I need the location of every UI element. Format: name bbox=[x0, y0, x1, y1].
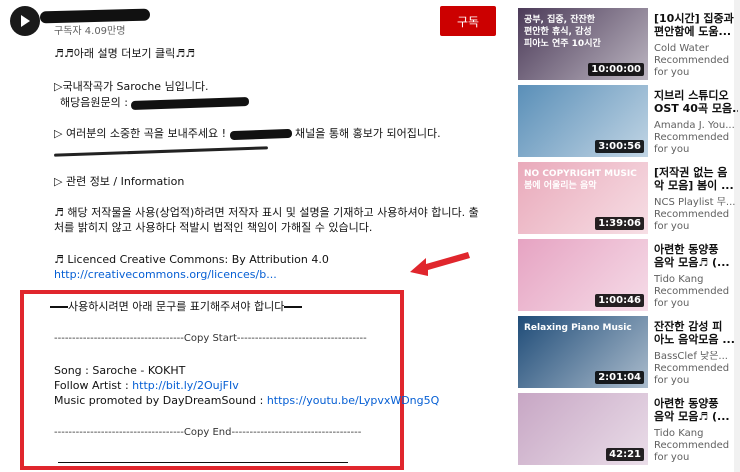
recommended-video[interactable]: 42:21 아련한 동양풍 음악 모음♬ (... Tido Kang Recommen… bbox=[514, 391, 740, 465]
video-duration: 42:21 bbox=[606, 448, 644, 461]
video-duration: 10:00:00 bbox=[588, 63, 644, 76]
recommended-video[interactable]: 3:00:56 지브리 스튜디오 OST 40곡 모음... Amanda J. Yo… bbox=[514, 83, 740, 157]
play-icon bbox=[21, 15, 30, 27]
recommended-video-meta: Tido Kang Recommended for you bbox=[654, 274, 730, 309]
thumbnail-caption: 공부, 집중, 잔잔한 편안한 휴식, 감성 피아노 연주 10시간 bbox=[524, 15, 601, 49]
promo-label: Music promoted by DayDreamSound : bbox=[54, 394, 267, 407]
video-thumbnail[interactable]: NO COPYRIGHT MUSIC 봄에 어울리는 음악 1:39:06 bbox=[518, 162, 648, 234]
subscriber-count: 구독자 4.09만명 bbox=[54, 26, 126, 37]
promotion-link[interactable]: https://youtu.be/LypvxWDng5Q bbox=[267, 394, 439, 407]
red-arrow-icon bbox=[410, 252, 470, 276]
recommended-video[interactable]: NO COPYRIGHT MUSIC 봄에 어울리는 음악 1:39:06 [저작권 … bbox=[514, 160, 740, 234]
description-info-line: ▷ 관련 정보 / Information bbox=[54, 175, 185, 188]
recommended-video-title[interactable]: 아련한 동양풍 음악 모음♬ (... bbox=[654, 397, 738, 423]
video-description-panel: 구독자 4.09만명 구독 ♬♬아래 설명 더보기 클릭♬♬ ▷국내작곡가 Sa… bbox=[0, 0, 506, 472]
recommended-video-meta: BassClef 낮은... Recommended for you bbox=[654, 351, 730, 386]
recommended-video-title[interactable]: [저작권 없는 음악 모음] 봄이 ... bbox=[654, 166, 738, 192]
video-thumbnail[interactable]: 42:21 bbox=[518, 393, 648, 465]
recommended-video-meta: NCS Playlist 무... Recommended for you bbox=[654, 197, 736, 232]
submit-suffix: 채널을 통해 홍보가 되어집니다. bbox=[295, 127, 441, 140]
submit-label: ▷ 여러분의 소중한 곡을 보내주세요 ! bbox=[54, 127, 230, 140]
inquiry-label: 해당음원문의 : bbox=[60, 96, 132, 109]
description-usage-line-2: 처를 밝히지 않고 사용하다 적발시 법적인 책임이 가해질 수 있습니다. bbox=[54, 221, 373, 234]
thumbnail-caption: Relaxing Piano Music bbox=[524, 323, 632, 333]
thumbnail-caption: NO COPYRIGHT MUSIC 봄에 어울리는 음악 bbox=[524, 169, 637, 191]
channel-avatar[interactable] bbox=[10, 6, 40, 36]
email-redacted bbox=[131, 96, 250, 110]
notice-bottom-rule bbox=[58, 462, 348, 463]
recommended-video-title[interactable]: 잔잔한 감성 피 아노 음악모음 ... bbox=[654, 320, 738, 346]
recommendations-panel: 공부, 집중, 잔잔한 편안한 휴식, 감성 피아노 연주 10시간 10:00:00… bbox=[514, 0, 740, 472]
channel-redacted bbox=[229, 128, 292, 140]
video-thumbnail[interactable]: 1:00:46 bbox=[518, 239, 648, 311]
follow-artist-line: Follow Artist : http://bit.ly/2OujFIv bbox=[54, 379, 239, 393]
song-line: Song : Saroche - KOKHT bbox=[54, 364, 186, 377]
video-thumbnail[interactable]: 3:00:56 bbox=[518, 85, 648, 157]
description-submit-line: ▷ 여러분의 소중한 곡을 보내주세요 ! 채널을 통해 홍보가 되어집니다. bbox=[54, 127, 441, 141]
video-duration: 3:00:56 bbox=[595, 140, 644, 153]
description-usage-line-1: ♬ 해당 저작물을 사용(상업적)하려면 저작자 표시 및 설명을 기재하고 사… bbox=[54, 206, 479, 219]
recommended-video-meta: Tido Kang Recommended for you bbox=[654, 428, 730, 463]
recommended-video-meta: Amanda J. You... Recommended for you bbox=[654, 120, 735, 155]
recommended-video-title[interactable]: 아련한 동양풍 음악 모음♬ (... bbox=[654, 243, 738, 269]
description-license-link-line: http://creativecommons.org/licences/b... bbox=[54, 268, 277, 282]
video-thumbnail[interactable]: 공부, 집중, 잔잔한 편안한 휴식, 감성 피아노 연주 10시간 10:00:00 bbox=[518, 8, 648, 80]
submit-form-link-redacted bbox=[54, 144, 268, 158]
description-more-line: ♬♬아래 설명 더보기 클릭♬♬ bbox=[54, 47, 196, 60]
license-link[interactable]: http://creativecommons.org/licences/b... bbox=[54, 268, 277, 281]
follow-label: Follow Artist : bbox=[54, 379, 133, 392]
video-thumbnail[interactable]: Relaxing Piano Music 2:01:04 bbox=[518, 316, 648, 388]
notice-heading: 사용하시려면 아래 문구를 표기해주셔야 합니다 bbox=[50, 300, 303, 314]
subscribe-button[interactable]: 구독 bbox=[440, 6, 496, 36]
description-inquiry-line: 해당음원문의 : bbox=[60, 96, 250, 110]
copy-start-line: ------------------------------------Copy… bbox=[54, 333, 367, 344]
copy-notice-box: 사용하시려면 아래 문구를 표기해주셔야 합니다 ---------------… bbox=[20, 290, 439, 470]
follow-artist-link[interactable]: http://bit.ly/2OujFIv bbox=[132, 379, 239, 392]
copy-end-line: ------------------------------------Copy… bbox=[54, 427, 362, 438]
video-duration: 1:00:46 bbox=[595, 294, 644, 307]
link-redacted bbox=[54, 145, 268, 157]
recommended-video-title[interactable]: 지브리 스튜디오 OST 40곡 모음... bbox=[654, 89, 738, 115]
description-license-line: ♬ Licenced Creative Commons: By Attribut… bbox=[54, 253, 329, 266]
recommended-video-meta: Cold Water Recommended for you bbox=[654, 43, 730, 78]
promotion-line: Music promoted by DayDreamSound : https:… bbox=[54, 394, 439, 408]
description-composer-line: ▷국내작곡가 Saroche 님입니다. bbox=[54, 80, 209, 93]
video-duration: 2:01:04 bbox=[595, 371, 644, 384]
video-duration: 1:39:06 bbox=[595, 217, 644, 230]
recommended-video-title[interactable]: [10시간] 집중과 편안함에 도움... bbox=[654, 12, 738, 38]
recommended-video[interactable]: 1:00:46 아련한 동양풍 음악 모음♬ (... Tido Kang Recomm… bbox=[514, 237, 740, 311]
recommended-video[interactable]: Relaxing Piano Music 2:01:04 잔잔한 감성 피 아노 음악… bbox=[514, 314, 740, 388]
recommended-video[interactable]: 공부, 집중, 잔잔한 편안한 휴식, 감성 피아노 연주 10시간 10:00:00… bbox=[514, 6, 740, 80]
